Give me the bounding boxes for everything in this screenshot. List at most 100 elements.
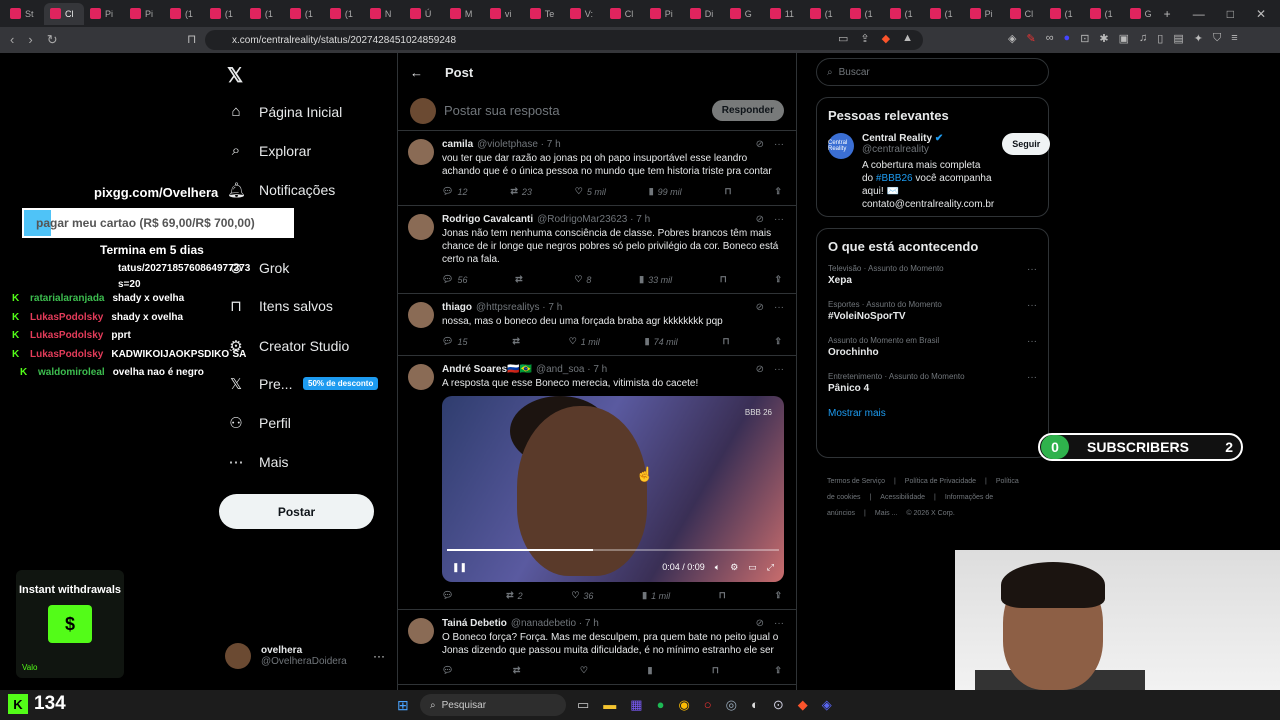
install-icon[interactable]: ▭ xyxy=(838,32,848,45)
reload-icon[interactable]: ↻ xyxy=(47,32,58,48)
like-action[interactable]: ♡ 8 xyxy=(574,274,591,285)
browser-tab[interactable]: (1 xyxy=(244,3,284,25)
bookmark-action[interactable]: ⊓ xyxy=(725,186,732,197)
tweet-handle[interactable]: @httpsrealitys · 7 h xyxy=(476,302,562,313)
grok-icon[interactable]: ⊘ xyxy=(756,302,764,313)
opera-icon[interactable]: ○ xyxy=(704,697,712,713)
discord-icon[interactable]: ◈ xyxy=(822,697,832,713)
browser-tab[interactable]: Cl xyxy=(604,3,644,25)
brave-rewards-icon[interactable]: ▲ xyxy=(902,32,913,45)
reply-action[interactable]: 💬︎ xyxy=(442,590,457,601)
reply-action[interactable]: 💬︎ 12 xyxy=(442,186,467,197)
browser-tab[interactable]: St xyxy=(4,3,44,25)
repost-action[interactable]: ⇄ 2 xyxy=(506,590,523,601)
tweet-handle[interactable]: @RodrigoMar23623 · 7 h xyxy=(537,214,650,225)
footer-link[interactable]: Acessibilidade xyxy=(880,494,925,501)
views-action[interactable]: ▮ 1 mil xyxy=(642,590,670,601)
spotify-icon[interactable]: ● xyxy=(657,697,665,713)
x-logo-icon[interactable]: 𝕏 xyxy=(227,63,243,88)
share-icon[interactable]: ⇪ xyxy=(860,32,869,45)
browser-tab[interactable]: G xyxy=(1124,3,1164,25)
wallet-icon[interactable]: ▤ xyxy=(1173,32,1183,45)
steam-icon[interactable]: ◎ xyxy=(726,697,737,713)
more-icon[interactable]: ··· xyxy=(774,618,784,629)
nav-item-bookmark[interactable]: ⊓ Itens salvos xyxy=(227,297,333,315)
tweet-handle[interactable]: @and_soa · 7 h xyxy=(536,364,607,375)
nav-item-more[interactable]: ⋯ Mais xyxy=(227,453,289,471)
more-icon[interactable]: ··· xyxy=(1027,372,1037,383)
reply-action[interactable]: 💬︎ xyxy=(442,665,457,676)
browser-tab[interactable]: Di xyxy=(684,3,724,25)
views-action[interactable]: ▮ 74 mil xyxy=(645,336,678,347)
browser-tab[interactable]: (1 xyxy=(924,3,964,25)
extension-icon[interactable]: ▣ xyxy=(1119,32,1129,45)
avatar[interactable] xyxy=(408,618,434,644)
browser-tab[interactable]: Pi xyxy=(124,3,164,25)
reply-input[interactable]: Postar sua resposta xyxy=(444,103,704,118)
views-action[interactable]: ▮ 33 mil xyxy=(639,274,672,285)
tweet[interactable]: Tainá Debetio @nanadebetio · 7 h ⊘ ··· O … xyxy=(398,610,796,685)
premium-discount-badge[interactable]: 50% de desconto xyxy=(303,377,379,390)
close-icon[interactable]: ✕ xyxy=(1256,7,1266,21)
browser-tab[interactable]: M xyxy=(444,3,484,25)
avatar[interactable] xyxy=(408,139,434,165)
more-icon[interactable]: ··· xyxy=(774,302,784,313)
browser-tab[interactable]: (1 xyxy=(804,3,844,25)
pip-icon[interactable]: ▭ xyxy=(748,562,757,573)
browser-tab[interactable]: N xyxy=(364,3,404,25)
bookmark-action[interactable]: ⊓ xyxy=(723,336,730,347)
volume-icon[interactable]: 🔈︎ xyxy=(715,562,720,573)
vpn-icon[interactable]: ⛉ xyxy=(1213,32,1221,45)
trend-item[interactable]: Assunto do Momento em Brasil Orochinho ·… xyxy=(828,336,1037,358)
post-button[interactable]: Postar xyxy=(219,494,374,529)
footer-link[interactable]: Termos de Serviço xyxy=(827,478,885,485)
views-action[interactable]: ▮ 99 mil xyxy=(649,186,682,197)
tweet-author[interactable]: Rodrigo Cavalcanti xyxy=(442,214,533,225)
tweet[interactable]: André Soares🇷🇺🇧🇷 @and_soa · 7 h ⊘ ··· A r… xyxy=(398,356,796,610)
browser-tab[interactable]: Cl xyxy=(1004,3,1044,25)
avatar[interactable] xyxy=(408,302,434,328)
nav-item-search[interactable]: ⌕ Explorar xyxy=(227,142,311,159)
address-bar[interactable]: x.com/centralreality/status/202742845102… xyxy=(205,30,923,50)
fullscreen-icon[interactable]: ⤢ xyxy=(767,562,774,573)
nav-item-x[interactable]: 𝕏 Pre... xyxy=(227,375,293,393)
browser-tab[interactable]: (1 xyxy=(1084,3,1124,25)
like-action[interactable]: ♡ 5 mil xyxy=(575,186,606,197)
browser-tab[interactable]: (1 xyxy=(844,3,884,25)
tweet-handle[interactable]: @nanadebetio · 7 h xyxy=(511,618,599,629)
bookmark-action[interactable]: ⊓ xyxy=(720,274,727,285)
share-action[interactable]: ⇪ xyxy=(774,590,782,601)
browser-tab[interactable]: (1 xyxy=(324,3,364,25)
tweet-author[interactable]: André Soares🇷🇺🇧🇷 xyxy=(442,364,532,375)
browser-tab[interactable]: 11 xyxy=(764,3,804,25)
windows-start-icon[interactable]: ⊞ xyxy=(397,697,409,714)
like-action[interactable]: ♡ 1 mil xyxy=(569,336,600,347)
forward-icon[interactable]: › xyxy=(28,32,32,48)
browser-tab[interactable]: (1 xyxy=(284,3,324,25)
pause-icon[interactable]: ❚❚ xyxy=(452,562,467,573)
repost-action[interactable]: ⇄ 23 xyxy=(510,186,532,197)
show-more-link[interactable]: Mostrar mais xyxy=(828,408,1037,419)
browser-tab[interactable]: Ú xyxy=(404,3,444,25)
follow-button[interactable]: Seguir xyxy=(1002,133,1051,155)
browser-tab[interactable]: (1 xyxy=(1044,3,1084,25)
footer-link[interactable]: Mais ... xyxy=(875,510,898,517)
repost-action[interactable]: ⇄ xyxy=(515,274,527,285)
browser-tab[interactable]: Pi xyxy=(84,3,124,25)
trend-item[interactable]: Televisão · Assunto do Momento Xepa ··· xyxy=(828,264,1037,286)
extension-icon[interactable]: ◈ xyxy=(1008,32,1016,45)
settings-icon[interactable]: ⚙ xyxy=(730,562,738,573)
minimize-icon[interactable]: — xyxy=(1193,7,1205,21)
tweet[interactable]: Rodrigo Cavalcanti @RodrigoMar23623 · 7 … xyxy=(398,206,796,294)
bookmark-action[interactable]: ⊓ xyxy=(719,590,726,601)
trend-item[interactable]: Esportes · Assunto do Momento #VoleiNoSp… xyxy=(828,300,1037,322)
grok-icon[interactable]: ⊘ xyxy=(756,618,764,629)
share-action[interactable]: ⇪ xyxy=(774,274,782,285)
repost-action[interactable]: ⇄ xyxy=(512,336,524,347)
more-icon[interactable]: ··· xyxy=(1027,336,1037,347)
video-player[interactable]: BBB 26 ❚❚ 0:04 / 0:09 🔈︎ ⚙ ▭ ⤢ xyxy=(442,396,784,582)
footer-link[interactable]: Política de Privacidade xyxy=(905,478,976,485)
browser-tab[interactable]: (1 xyxy=(204,3,244,25)
url-text[interactable]: x.com/centralreality/status/202742845102… xyxy=(232,35,456,46)
obs-icon[interactable]: ◐ xyxy=(751,697,759,713)
